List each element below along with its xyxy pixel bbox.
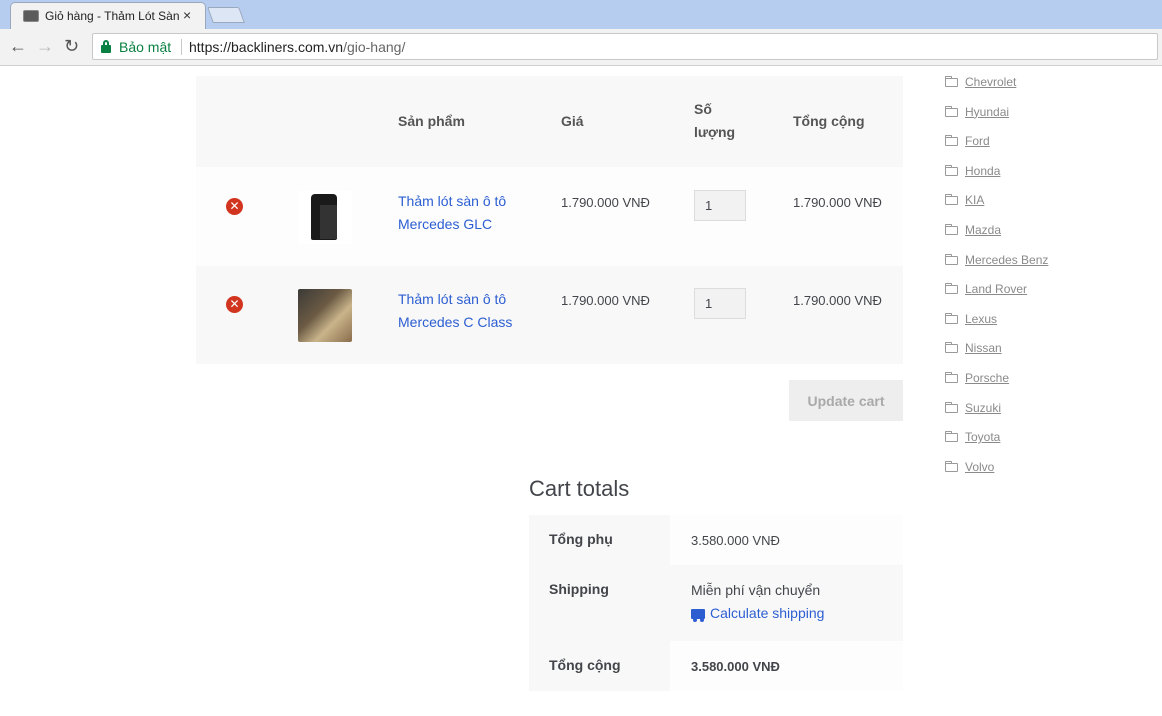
category-link[interactable]: Ford [965,134,990,148]
calculate-shipping-label: Calculate shipping [710,605,825,621]
product-name-line1: Thảm lót sàn ô tô [398,193,507,209]
header-qty-line1: Số [694,101,712,117]
folder-icon [945,460,958,472]
browser-tab[interactable]: Giỏ hàng - Thảm Lót Sàn × [10,2,206,29]
folder-icon [945,76,958,87]
folder-icon [945,224,958,235]
shipping-label: Shipping [529,565,670,641]
product-name-line1: Thảm lót sàn ô tô [398,291,507,307]
back-arrow-icon[interactable]: ← [9,37,27,55]
folder-icon [945,105,958,117]
browser-toolbar: ← → ↻ Bảo mật https://backliners.com.vn/… [0,29,1162,66]
calculate-shipping-link[interactable]: Calculate shipping [691,602,882,625]
cart-totals-title: Cart totals [529,476,630,501]
reload-icon[interactable]: ↻ [64,37,79,55]
cart-table-header: Sản phẩm Giá Số lượng Tổng cộng [196,76,903,167]
product-thumbnail[interactable] [298,289,352,342]
address-bar[interactable]: Bảo mật https://backliners.com.vn/gio-ha… [92,33,1158,60]
folder-icon [945,342,958,354]
product-price: 1.790.000 VNĐ [561,293,650,308]
product-thumbnail[interactable] [298,191,352,244]
tab-title: Giỏ hàng - Thảm Lót Sàn [45,9,179,23]
category-link[interactable]: Suzuki [965,401,1001,415]
subtotal-label: Tổng phụ [529,515,670,565]
category-link[interactable]: Volvo [965,460,994,474]
category-link[interactable]: Nissan [965,341,1002,355]
shipping-row: Shipping Miễn phí vận chuyển Calculate s… [529,565,903,641]
cart-totals-table: Tổng phụ 3.580.000 VNĐ Shipping Miễn phí… [529,515,903,691]
order-total-row: Tổng cộng 3.580.000 VNĐ [529,641,903,691]
category-link[interactable]: Toyota [965,430,1000,444]
line-total: 1.790.000 VNĐ [793,195,882,210]
folder-icon [945,164,958,176]
subtotal-value: 3.580.000 VNĐ [670,515,903,565]
category-link[interactable]: Mazda [965,223,1001,237]
category-link[interactable]: Porsche [965,371,1009,385]
category-link[interactable]: Land Rover [965,282,1027,296]
folder-icon [945,431,958,443]
order-total-label: Tổng cộng [529,641,670,691]
cart-table: Sản phẩm Giá Số lượng Tổng cộng ✕ Thảm l… [196,76,903,364]
subtotal-row: Tổng phụ 3.580.000 VNĐ [529,515,903,565]
shipping-cell: Miễn phí vận chuyển Calculate shipping [670,565,903,641]
product-name-link[interactable]: Thảm lót sàn ô tô Mercedes C Class [398,288,528,334]
product-name-link[interactable]: Thảm lót sàn ô tô Mercedes GLC [398,190,528,236]
folder-icon [945,194,958,206]
product-name-line2: Mercedes C Class [398,314,513,330]
folder-icon [945,312,958,324]
folder-icon [945,283,958,295]
line-total: 1.790.000 VNĐ [793,293,882,308]
quantity-input[interactable] [694,190,746,221]
folder-icon [945,401,958,413]
shipping-value: Miễn phí vận chuyển [691,582,821,598]
remove-item-icon[interactable]: ✕ [226,198,243,215]
category-link[interactable]: Mercedes Benz [965,253,1048,267]
product-price: 1.790.000 VNĐ [561,195,650,210]
quantity-input[interactable] [694,288,746,319]
new-tab-button[interactable] [207,7,245,23]
header-product: Sản phẩm [398,113,465,129]
category-link[interactable]: Honda [965,164,1000,178]
truck-icon [691,609,705,622]
header-total: Tổng cộng [793,113,865,129]
remove-item-icon[interactable]: ✕ [226,296,243,313]
browser-tab-bar: Giỏ hàng - Thảm Lót Sàn × [0,0,1162,29]
tab-close-icon[interactable]: × [183,7,191,23]
omnibox-divider [181,39,182,55]
table-row: ✕ Thảm lót sàn ô tô Mercedes GLC 1.790.0… [196,167,903,266]
url-text[interactable]: https://backliners.com.vn/gio-hang/ [189,39,405,55]
category-link[interactable]: Hyundai [965,105,1009,119]
header-price: Giá [561,113,584,129]
category-link[interactable]: Chevrolet [965,75,1016,89]
table-row: ✕ Thảm lót sàn ô tô Mercedes C Class 1.7… [196,266,903,364]
update-cart-button[interactable]: Update cart [789,380,903,421]
folder-icon [945,135,958,147]
folder-icon [945,253,958,265]
forward-arrow-icon[interactable]: → [36,37,54,55]
product-name-line2: Mercedes GLC [398,216,493,232]
folder-icon [945,372,958,383]
url-host: https://backliners.com.vn [189,39,344,55]
header-qty-line2: lượng [694,124,736,140]
category-link[interactable]: KIA [965,193,984,207]
secure-label: Bảo mật [119,39,172,55]
order-total-value: 3.580.000 VNĐ [670,641,903,691]
lock-icon [101,40,111,53]
favicon-icon [23,10,39,22]
category-link[interactable]: Lexus [965,312,997,326]
url-path: /gio-hang/ [343,39,406,55]
